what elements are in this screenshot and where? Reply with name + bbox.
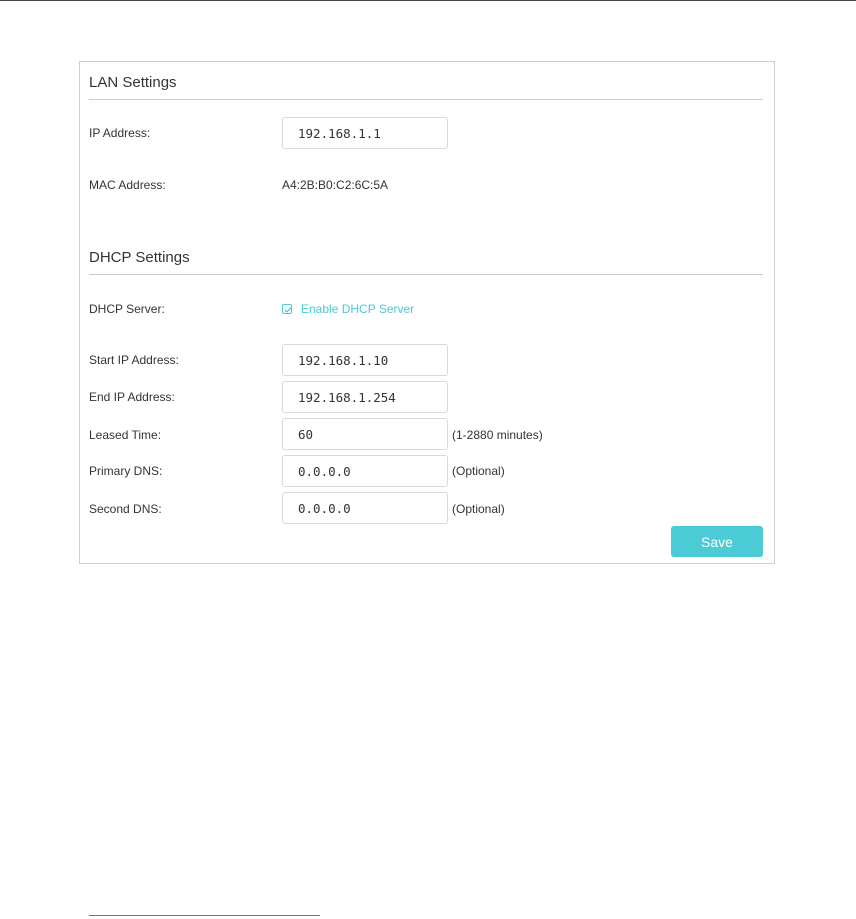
end-ip-label: End IP Address: bbox=[89, 390, 175, 404]
mac-address-label: MAC Address: bbox=[89, 178, 166, 192]
mac-address-value: A4:2B:B0:C2:6C:5A bbox=[282, 178, 389, 192]
ip-address-input[interactable] bbox=[282, 117, 448, 149]
ip-address-label: IP Address: bbox=[89, 126, 151, 140]
checkmark-icon bbox=[284, 307, 292, 313]
enable-dhcp-server-checkbox[interactable]: Enable DHCP Server bbox=[282, 302, 414, 316]
dhcp-server-label: DHCP Server: bbox=[89, 302, 165, 316]
second-dns-hint: (Optional) bbox=[452, 502, 505, 516]
settings-panel: LAN Settings IP Address: MAC Address: A4… bbox=[79, 61, 775, 564]
save-button[interactable]: Save bbox=[671, 526, 763, 557]
leased-time-hint: (1-2880 minutes) bbox=[452, 428, 543, 442]
bottom-divider bbox=[89, 915, 320, 916]
leased-time-label: Leased Time: bbox=[89, 428, 162, 442]
primary-dns-label: Primary DNS: bbox=[89, 464, 163, 478]
second-dns-input[interactable] bbox=[282, 492, 448, 524]
start-ip-label: Start IP Address: bbox=[89, 353, 179, 367]
second-dns-label: Second DNS: bbox=[89, 502, 162, 516]
leased-time-input[interactable] bbox=[282, 418, 448, 450]
lan-section-divider bbox=[89, 99, 763, 100]
enable-dhcp-server-label[interactable]: Enable DHCP Server bbox=[301, 302, 414, 316]
dhcp-section-divider bbox=[89, 274, 763, 275]
end-ip-input[interactable] bbox=[282, 381, 448, 413]
dhcp-settings-title: DHCP Settings bbox=[89, 249, 190, 266]
checkbox-box[interactable] bbox=[282, 304, 292, 314]
primary-dns-hint: (Optional) bbox=[452, 464, 505, 478]
start-ip-input[interactable] bbox=[282, 344, 448, 376]
lan-settings-title: LAN Settings bbox=[89, 74, 177, 91]
primary-dns-input[interactable] bbox=[282, 455, 448, 487]
top-divider bbox=[0, 0, 856, 1]
